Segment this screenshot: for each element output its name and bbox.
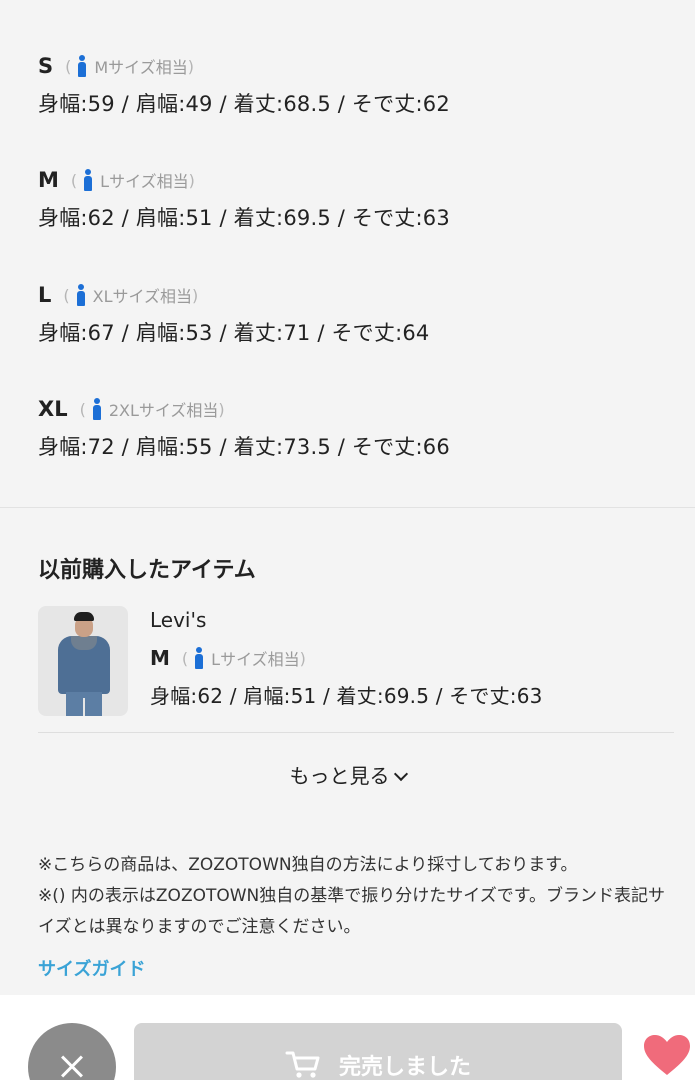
paren-close: ) xyxy=(187,56,194,76)
sold-out-button[interactable]: 完売しました xyxy=(134,1023,622,1080)
size-label: M xyxy=(38,168,59,192)
note-line: ※() 内の表示はZOZOTOWN独自の基準で振り分けたサイズです。ブランド表記… xyxy=(38,886,666,937)
product-thumbnail[interactable] xyxy=(38,606,128,716)
previous-purchase-info: Levi's M ( Lサイズ相当 ) 身幅:62 / 肩幅:51 / 着丈:6… xyxy=(150,606,543,716)
equivalent-size-text: Lサイズ相当 xyxy=(100,172,189,191)
equivalent-size-text: Mサイズ相当 xyxy=(94,58,188,77)
equivalent-size: ( XLサイズ相当 ) xyxy=(63,283,198,307)
previous-purchase-item[interactable]: Levi's M ( Lサイズ相当 ) 身幅:62 / 肩幅:51 / 着丈:6… xyxy=(38,606,543,716)
show-more-label: もっと見る xyxy=(289,764,390,788)
size-row-xl: XL ( 2XLサイズ相当 ) 身幅:72 / 肩幅:55 / 着丈:73.5 … xyxy=(38,395,450,461)
size-row-l: L ( XLサイズ相当 ) 身幅:67 / 肩幅:53 / 着丈:71 / そで… xyxy=(38,281,429,347)
measurements: 身幅:62 / 肩幅:51 / 着丈:69.5 / そで丈:63 xyxy=(150,684,543,708)
show-more-button[interactable]: もっと見る xyxy=(0,760,695,789)
paren-open: ( xyxy=(79,399,86,419)
equivalent-size: ( 2XLサイズ相当 ) xyxy=(80,397,225,421)
previous-purchase-title: 以前購入したアイテム xyxy=(38,558,256,583)
person-icon xyxy=(76,284,86,306)
paren-open: ( xyxy=(65,56,72,76)
paren-close: ) xyxy=(192,285,199,305)
measurements: 身幅:62 / 肩幅:51 / 着丈:69.5 / そで丈:63 xyxy=(38,206,450,230)
person-icon xyxy=(77,55,87,77)
equivalent-size-text: 2XLサイズ相当 xyxy=(108,401,219,420)
brand-name: Levi's xyxy=(150,608,207,632)
size-row-m: M ( Lサイズ相当 ) 身幅:62 / 肩幅:51 / 着丈:69.5 / そ… xyxy=(38,166,450,232)
paren-open: ( xyxy=(70,170,78,190)
paren-open: ( xyxy=(63,285,70,305)
equivalent-size-text: XLサイズ相当 xyxy=(92,287,193,306)
equivalent-size: ( Lサイズ相当 ) xyxy=(71,168,195,192)
favorite-heart-icon[interactable] xyxy=(642,1033,692,1077)
person-icon xyxy=(83,169,93,191)
note-line: ※こちらの商品は、ZOZOTOWN独自の方法により採寸しております。 xyxy=(38,855,578,875)
paren-close: ) xyxy=(188,170,195,190)
size-row-s: S ( Mサイズ相当 ) 身幅:59 / 肩幅:49 / 着丈:68.5 / そ… xyxy=(38,52,450,118)
equivalent-size: ( Lサイズ相当 ) xyxy=(182,646,306,670)
measurements: 身幅:59 / 肩幅:49 / 着丈:68.5 / そで丈:62 xyxy=(38,92,450,116)
measurements: 身幅:72 / 肩幅:55 / 着丈:73.5 / そで丈:66 xyxy=(38,435,450,459)
size-label: M xyxy=(150,646,170,670)
person-icon xyxy=(92,398,102,420)
sold-out-label: 完売しました xyxy=(338,1055,471,1080)
paren-close: ) xyxy=(299,648,306,668)
equivalent-size-text: Lサイズ相当 xyxy=(211,650,300,669)
cart-icon xyxy=(285,1049,321,1079)
section-divider xyxy=(0,507,695,508)
measurements: 身幅:67 / 肩幅:53 / 着丈:71 / そで丈:64 xyxy=(38,321,430,345)
chevron-down-icon xyxy=(393,766,408,782)
paren-close: ) xyxy=(218,399,225,419)
size-label: L xyxy=(38,283,52,307)
measurement-notes: ※こちらの商品は、ZOZOTOWN独自の方法により採寸しております。 ※() 内… xyxy=(38,850,678,943)
item-divider xyxy=(38,732,674,733)
size-label: S xyxy=(38,54,54,78)
size-guide-link[interactable]: サイズガイド xyxy=(38,955,145,981)
paren-open: ( xyxy=(181,648,189,668)
person-icon xyxy=(194,647,204,669)
size-label: XL xyxy=(38,397,68,421)
equivalent-size: ( Mサイズ相当 ) xyxy=(65,54,194,78)
